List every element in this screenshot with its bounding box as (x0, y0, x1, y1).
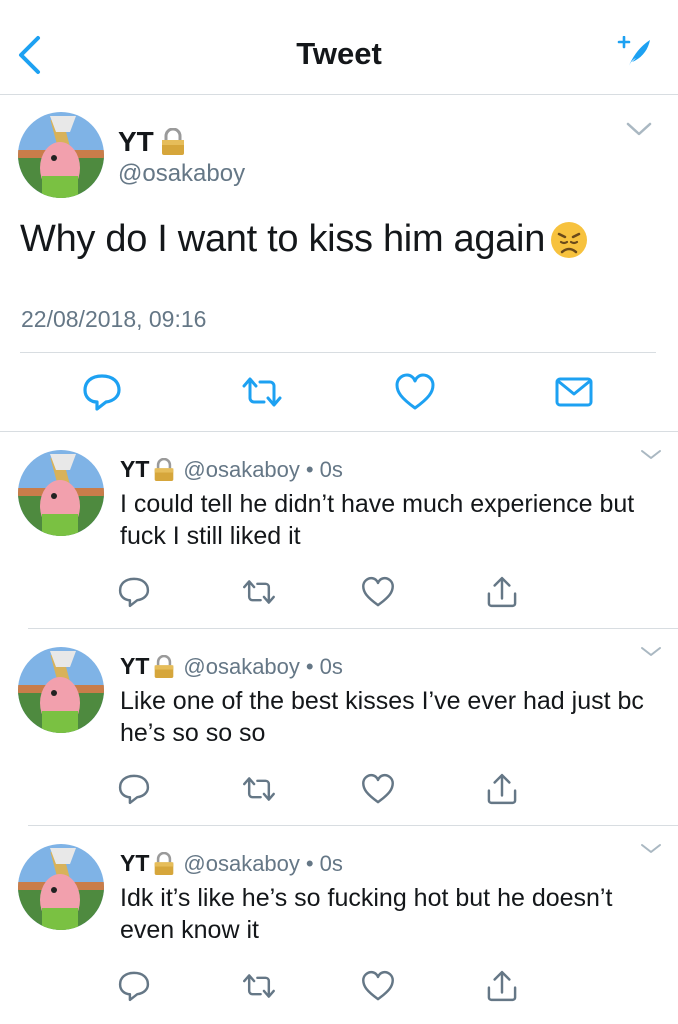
more-options-button[interactable] (624, 118, 654, 140)
retweet-button[interactable] (241, 771, 277, 807)
reply-text: Like one of the best kisses I’ve ever ha… (120, 687, 644, 747)
navigation-header: Tweet (0, 0, 678, 95)
share-icon (487, 773, 517, 805)
reply-header: YT @osakaboy • 0s (120, 850, 343, 877)
author-handle[interactable]: @osakaboy (183, 654, 300, 680)
reply-tweet[interactable]: YT @osakaboy • 0s Like one of the best k… (0, 629, 678, 826)
tweet-timestamp: 22/08/2018, 09:16 (21, 306, 207, 332)
reply-time: 0s (319, 653, 343, 679)
reply-actions (0, 574, 678, 610)
like-button[interactable] (360, 771, 396, 807)
heart-icon (362, 576, 394, 607)
avatar[interactable] (18, 450, 104, 536)
retweet-button[interactable] (241, 968, 277, 1004)
retweet-button[interactable] (240, 370, 284, 414)
avatar[interactable] (18, 647, 104, 733)
chevron-down-icon (641, 844, 661, 853)
author-name[interactable]: YT (120, 653, 149, 680)
heart-icon (395, 373, 435, 410)
chevron-down-icon (641, 450, 661, 459)
author-handle[interactable]: @osakaboy (183, 851, 300, 877)
separator-dot: • (305, 850, 314, 876)
like-button[interactable] (360, 968, 396, 1004)
retweet-icon (243, 974, 275, 998)
reply-bubble-icon (83, 374, 121, 411)
reply-tweet[interactable]: YT @osakaboy • 0s I could tell he didn’t… (0, 432, 678, 629)
share-icon (487, 576, 517, 608)
like-button[interactable] (393, 370, 437, 414)
reply-button[interactable] (116, 968, 152, 1004)
heart-icon (362, 773, 394, 804)
reply-bubble-icon (118, 774, 150, 805)
more-options-button[interactable] (638, 643, 664, 661)
reply-tweet[interactable]: YT @osakaboy • 0s Idk it’s like he’s so … (0, 826, 678, 1023)
retweet-icon (242, 377, 282, 407)
tweet-text: Why do I want to kiss him again (20, 218, 589, 261)
author-name[interactable]: YT (118, 126, 186, 158)
retweet-icon (243, 580, 275, 604)
author-name[interactable]: YT (120, 456, 149, 483)
author-handle[interactable]: @osakaboy (118, 160, 245, 188)
reply-bubble-icon (118, 971, 150, 1002)
reply-header: YT @osakaboy • 0s (120, 653, 343, 680)
envelope-icon (555, 377, 593, 407)
lock-icon (153, 654, 175, 679)
share-button[interactable] (484, 771, 520, 807)
retweet-icon (243, 777, 275, 801)
disappointed-face-emoji (549, 220, 589, 260)
compose-button[interactable] (614, 36, 654, 72)
chevron-down-icon (641, 647, 661, 656)
avatar[interactable] (18, 112, 104, 198)
divider (20, 352, 656, 353)
tweet-text-content: Why do I want to kiss him again (20, 218, 546, 260)
more-options-button[interactable] (638, 840, 664, 858)
lock-icon (161, 128, 184, 155)
compose-quill-icon (617, 36, 650, 68)
author-name[interactable]: YT (120, 850, 149, 877)
share-icon (487, 970, 517, 1002)
tweet-actions (0, 370, 678, 414)
avatar[interactable] (18, 844, 104, 930)
reply-button[interactable] (116, 574, 152, 610)
separator-dot: • (305, 653, 314, 679)
like-button[interactable] (360, 574, 396, 610)
lock-icon (153, 457, 175, 482)
chevron-down-icon (626, 122, 652, 136)
reply-button[interactable] (80, 370, 124, 414)
retweet-button[interactable] (241, 574, 277, 610)
reply-text: Idk it’s like he’s so fucking hot but he… (120, 884, 613, 944)
heart-icon (362, 970, 394, 1001)
page-title: Tweet (296, 36, 382, 71)
direct-message-button[interactable] (552, 370, 596, 414)
more-options-button[interactable] (638, 446, 664, 464)
share-button[interactable] (484, 968, 520, 1004)
reply-actions (0, 968, 678, 1004)
lock-icon (153, 851, 175, 876)
reply-time: 0s (319, 850, 343, 876)
author-name-text: YT (118, 126, 154, 157)
reply-header: YT @osakaboy • 0s (120, 456, 343, 483)
author-handle[interactable]: @osakaboy (183, 457, 300, 483)
reply-actions (0, 771, 678, 807)
reply-bubble-icon (118, 577, 150, 608)
reply-text: I could tell he didn’t have much experie… (120, 490, 635, 550)
separator-dot: • (305, 456, 314, 482)
share-button[interactable] (484, 574, 520, 610)
reply-button[interactable] (116, 771, 152, 807)
reply-time: 0s (319, 456, 343, 482)
